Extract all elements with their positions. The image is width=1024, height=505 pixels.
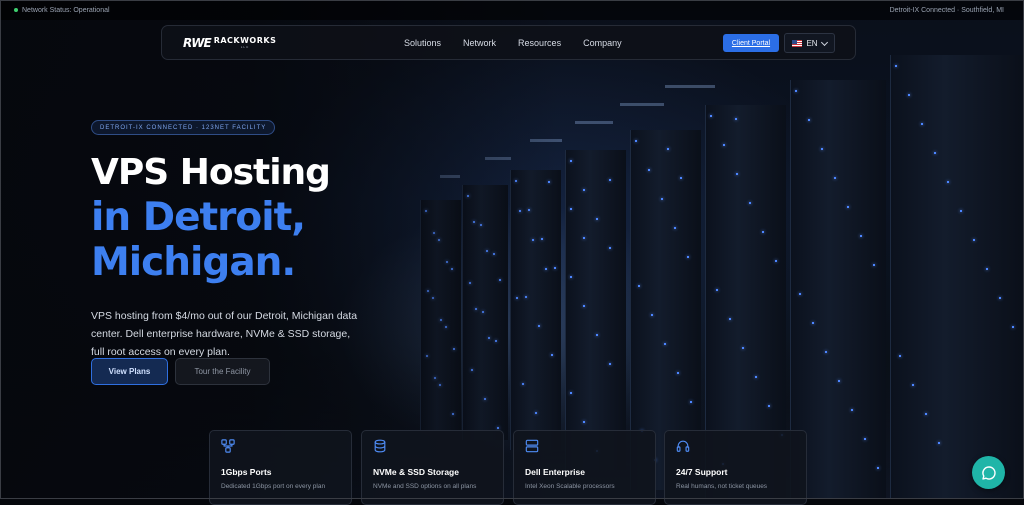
nav-network[interactable]: Network bbox=[463, 38, 496, 48]
language-label: EN bbox=[806, 38, 818, 48]
top-navigation: RWE RACKWORKS LLC Solutions Network Reso… bbox=[161, 25, 856, 60]
nav-links: Solutions Network Resources Company bbox=[404, 38, 622, 48]
nav-resources[interactable]: Resources bbox=[518, 38, 561, 48]
logo-sub: LLC bbox=[240, 45, 250, 49]
ceiling-light bbox=[665, 85, 715, 88]
status-bar: Network Status: Operational Detroit-IX C… bbox=[0, 0, 1024, 20]
status-dot-icon bbox=[14, 8, 18, 12]
feature-title: 1Gbps Ports bbox=[221, 467, 272, 477]
server-rack bbox=[565, 150, 626, 470]
ceiling-light bbox=[620, 103, 664, 106]
server-icon bbox=[525, 439, 539, 453]
headset-icon bbox=[676, 440, 690, 452]
network-icon bbox=[221, 439, 235, 453]
chat-button[interactable] bbox=[972, 456, 1005, 489]
network-status: Network Status: Operational bbox=[14, 7, 110, 14]
feature-subtitle: Intel Xeon Scalable processors bbox=[525, 483, 615, 490]
location-text: Detroit-IX Connected · Southfield, MI bbox=[889, 6, 1004, 14]
logo-name: RACKWORKS bbox=[213, 36, 277, 45]
language-selector[interactable]: EN bbox=[784, 33, 835, 53]
hero-title-line3: Michigan. bbox=[91, 240, 296, 285]
nav-company[interactable]: Company bbox=[583, 38, 622, 48]
hero-description: VPS hosting from $4/mo out of our Detroi… bbox=[91, 309, 358, 358]
feature-title: Dell Enterprise bbox=[525, 467, 585, 477]
feature-title: 24/7 Support bbox=[676, 467, 728, 477]
feature-card-support: 24/7 Support Real humans, not ticket que… bbox=[664, 430, 807, 505]
feature-card-storage: NVMe & SSD Storage NVMe and SSD options … bbox=[361, 430, 504, 505]
feature-title: NVMe & SSD Storage bbox=[373, 467, 459, 477]
logo-wordmark: RACKWORKS LLC bbox=[214, 37, 277, 49]
hero-title-line2: in Detroit, bbox=[91, 195, 306, 240]
ceiling-light bbox=[575, 121, 613, 124]
server-rack bbox=[890, 55, 1024, 499]
feature-subtitle: Dedicated 1Gbps port on every plan bbox=[221, 483, 326, 490]
hero-title: VPS Hosting in Detroit, Michigan. bbox=[91, 150, 331, 285]
nav-solutions[interactable]: Solutions bbox=[404, 38, 441, 48]
database-icon bbox=[374, 439, 386, 453]
feature-card-hardware: Dell Enterprise Intel Xeon Scalable proc… bbox=[513, 430, 656, 505]
view-plans-button[interactable]: View Plans bbox=[91, 358, 168, 385]
chevron-down-icon bbox=[820, 38, 828, 46]
feature-subtitle: Real humans, not ticket queues bbox=[676, 483, 768, 490]
network-status-text: Network Status: Operational bbox=[22, 6, 110, 14]
chat-bubble-icon bbox=[981, 465, 996, 480]
hero-title-line1: VPS Hosting bbox=[91, 152, 331, 193]
us-flag-icon bbox=[792, 39, 803, 47]
logo-mark: RWE bbox=[183, 36, 212, 50]
client-portal-button[interactable]: Client Portal bbox=[723, 34, 779, 52]
tour-facility-button[interactable]: Tour the Facility bbox=[175, 358, 270, 385]
feature-subtitle: NVMe and SSD options on all plans bbox=[373, 483, 477, 490]
feature-card-ports: 1Gbps Ports Dedicated 1Gbps port on ever… bbox=[209, 430, 352, 505]
facility-badge: DETROIT-IX CONNECTED · 123NET FACILITY bbox=[91, 120, 276, 135]
rackworks-logo[interactable]: RWE RACKWORKS LLC bbox=[183, 36, 276, 50]
